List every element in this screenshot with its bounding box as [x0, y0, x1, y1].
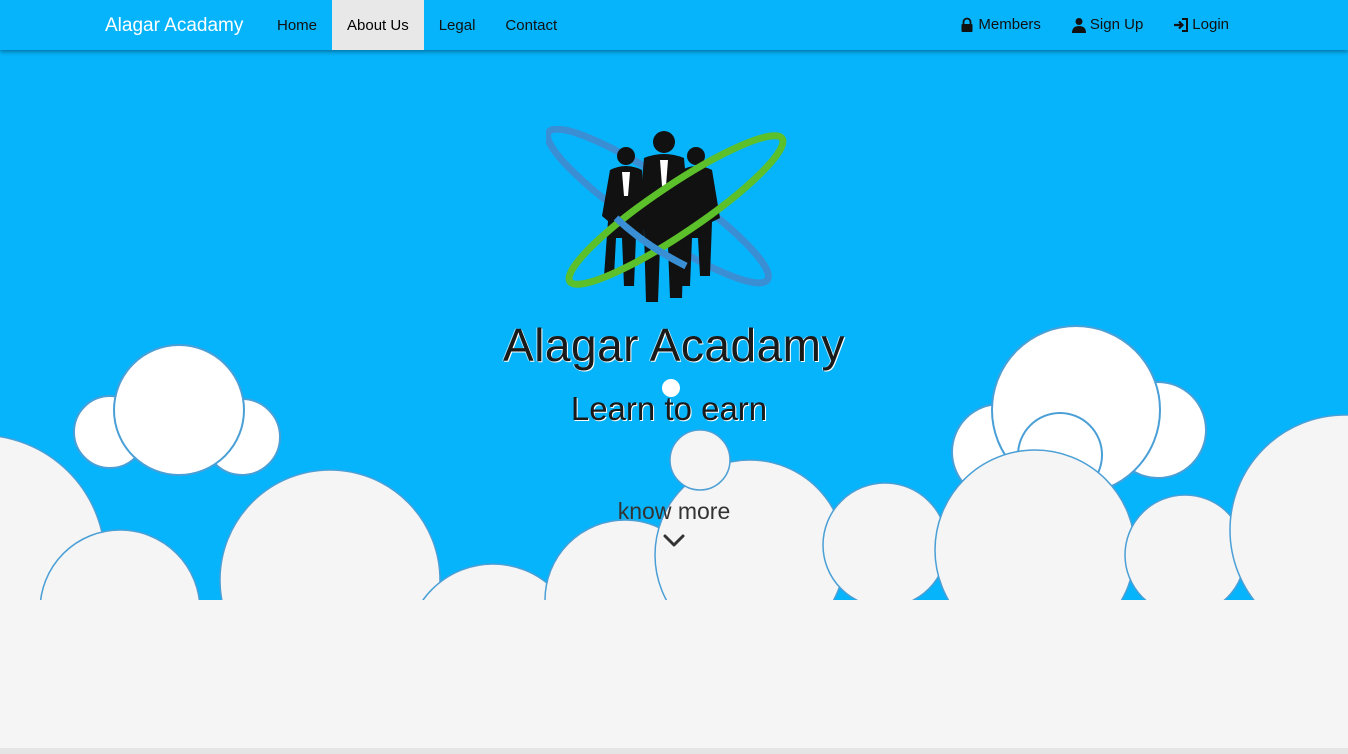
- nav-right-menu: Members Sign Up Login: [944, 0, 1244, 50]
- brand-link[interactable]: Alagar Acadamy: [105, 0, 243, 50]
- nav-item-sign-up[interactable]: Sign Up: [1056, 0, 1158, 50]
- nav-item-login[interactable]: Login: [1158, 0, 1244, 50]
- nav-left-menu: Home About Us Legal Contact: [262, 0, 572, 50]
- logo-tagline: Learn to earn: [570, 390, 768, 427]
- user-icon: [1071, 17, 1087, 33]
- login-icon: [1173, 17, 1189, 33]
- nav-item-contact[interactable]: Contact: [490, 0, 572, 50]
- nav-item-sign-up-label: Sign Up: [1089, 16, 1144, 33]
- cloud-background: [0, 325, 1348, 754]
- nav-item-members[interactable]: Members: [944, 0, 1056, 50]
- nav-item-legal[interactable]: Legal: [424, 0, 491, 50]
- top-navbar: Alagar Acadamy Home About Us Legal Conta…: [0, 0, 1348, 50]
- nav-item-home[interactable]: Home: [262, 0, 332, 50]
- nav-item-login-label: Login: [1192, 16, 1229, 33]
- hero-section: Alagar Acadamy Learn to earn know more: [0, 0, 1348, 754]
- chevron-down-icon[interactable]: [662, 532, 686, 550]
- nav-item-members-label: Members: [978, 16, 1041, 33]
- logo-title: Alagar Acadamy: [503, 319, 845, 371]
- know-more-link[interactable]: know more: [574, 498, 774, 525]
- cloud-left-upper: [73, 344, 281, 476]
- nav-item-about-us[interactable]: About Us: [332, 0, 424, 50]
- academy-logo: [546, 126, 787, 302]
- lock-icon: [959, 17, 975, 33]
